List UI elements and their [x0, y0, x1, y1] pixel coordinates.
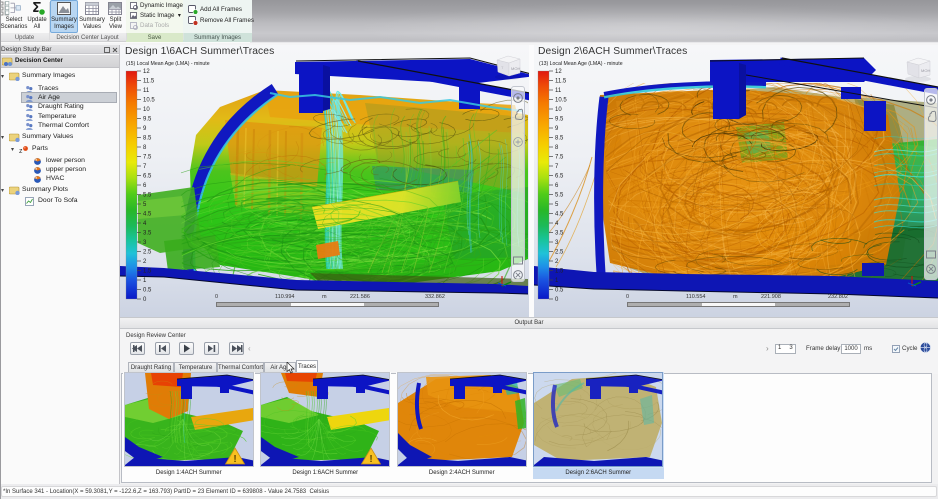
svg-text:1: 1 [143, 278, 147, 284]
svg-text:3.5: 3.5 [555, 231, 564, 237]
svg-text:2: 2 [555, 259, 559, 265]
svg-text:8.5: 8.5 [143, 136, 152, 142]
svg-text:2.5: 2.5 [143, 250, 152, 256]
svg-text:7: 7 [555, 164, 559, 170]
svg-text:4.5: 4.5 [555, 212, 564, 218]
svg-text:8: 8 [555, 145, 559, 151]
svg-text:2.5: 2.5 [555, 250, 564, 256]
svg-text:9: 9 [555, 126, 559, 132]
svg-text:2: 2 [143, 259, 147, 265]
svg-text:8.5: 8.5 [555, 136, 564, 142]
svg-text:0: 0 [143, 297, 147, 303]
svg-text:12: 12 [143, 69, 150, 75]
svg-text:MOH: MOH [921, 68, 930, 73]
svg-text:11.5: 11.5 [555, 79, 567, 85]
svg-text:9.5: 9.5 [555, 117, 564, 123]
svg-text:1.5: 1.5 [143, 269, 152, 275]
svg-text:7: 7 [143, 164, 147, 170]
svg-text:6: 6 [555, 183, 559, 189]
svg-text:9.5: 9.5 [143, 117, 152, 123]
svg-text:7.5: 7.5 [555, 155, 564, 161]
svg-text:!: ! [369, 454, 372, 465]
svg-text:7.5: 7.5 [143, 155, 152, 161]
svg-text:!: ! [233, 454, 236, 465]
svg-text:3.5: 3.5 [143, 231, 152, 237]
svg-text:10: 10 [143, 107, 150, 113]
svg-text:10: 10 [555, 107, 562, 113]
svg-text:11: 11 [143, 88, 150, 94]
svg-text:1.5: 1.5 [555, 269, 564, 275]
svg-text:0.5: 0.5 [555, 288, 564, 294]
svg-text:6.5: 6.5 [143, 174, 152, 180]
svg-text:z: z [19, 148, 23, 154]
svg-text:4.5: 4.5 [143, 212, 152, 218]
svg-text:MOH: MOH [511, 66, 520, 71]
svg-text:10.5: 10.5 [555, 98, 567, 104]
svg-text:0: 0 [555, 297, 559, 303]
svg-text:5.5: 5.5 [555, 193, 564, 199]
svg-text:9: 9 [143, 126, 147, 132]
svg-text:11: 11 [555, 88, 562, 94]
svg-text:10.5: 10.5 [143, 98, 155, 104]
svg-text:6.5: 6.5 [555, 174, 564, 180]
svg-text:12: 12 [555, 69, 562, 75]
svg-text:8: 8 [143, 145, 147, 151]
svg-text:11.5: 11.5 [143, 79, 155, 85]
svg-text:5: 5 [555, 202, 559, 208]
svg-text:0.5: 0.5 [143, 288, 152, 294]
svg-text:6: 6 [143, 183, 147, 189]
svg-text:4: 4 [555, 221, 559, 227]
svg-text:5.5: 5.5 [143, 193, 152, 199]
